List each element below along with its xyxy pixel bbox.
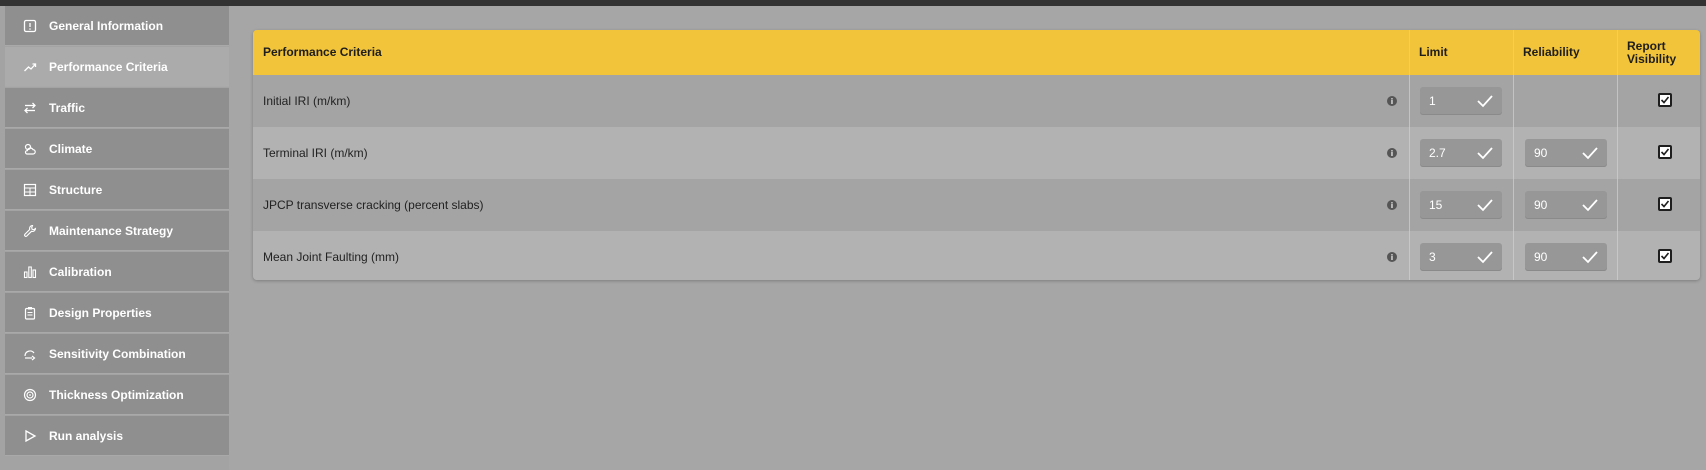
column-header-report-visibility-line2: Visibility (1627, 51, 1677, 66)
check-icon (1477, 147, 1493, 160)
sidebar-item-label: Run analysis (49, 428, 124, 443)
limit-input[interactable]: 3 (1420, 243, 1502, 271)
report-visibility-checkbox[interactable] (1658, 249, 1672, 263)
table-row: Initial IRI (m/km) i 1 (253, 75, 1700, 127)
limit-value: 2.7 (1429, 146, 1446, 160)
sidebar-item-design-properties[interactable]: Design Properties (5, 293, 229, 333)
play-icon (23, 429, 37, 443)
sidebar-item-label: Structure (49, 182, 103, 197)
checkmark-icon (1660, 252, 1670, 260)
check-icon (1477, 95, 1493, 108)
criteria-label: Mean Joint Faulting (mm) (263, 250, 400, 264)
limit-value: 3 (1429, 250, 1436, 264)
limit-input[interactable]: 1 (1420, 87, 1502, 115)
column-divider (1409, 30, 1410, 280)
sidebar-item-thickness-optimization[interactable]: Thickness Optimization (5, 375, 229, 415)
limit-input[interactable]: 2.7 (1420, 139, 1502, 167)
gauge-arrow-icon (23, 347, 37, 361)
report-visibility-checkbox[interactable] (1658, 197, 1672, 211)
performance-criteria-table: Performance Criteria Limit Reliability R… (253, 30, 1700, 280)
sidebar-item-sensitivity-combination[interactable]: Sensitivity Combination (5, 334, 229, 374)
limit-value: 1 (1429, 94, 1436, 108)
info-square-icon (23, 19, 37, 33)
sidebar-item-label: Thickness Optimization (49, 387, 184, 402)
sidebar-item-climate[interactable]: Climate (5, 129, 229, 169)
table-row: Mean Joint Faulting (mm) i 3 90 (253, 231, 1700, 280)
wrench-icon (23, 224, 37, 238)
check-icon (1582, 251, 1598, 264)
reliability-input[interactable]: 90 (1525, 243, 1607, 271)
column-header-report-visibility: Report Visibility (1617, 30, 1700, 75)
criteria-label: Terminal IRI (m/km) (263, 146, 368, 160)
criteria-label: Initial IRI (m/km) (263, 94, 351, 108)
checkmark-icon (1660, 96, 1670, 104)
info-icon[interactable]: i (1387, 148, 1397, 158)
check-icon (1582, 147, 1598, 160)
sidebar-item-performance-criteria[interactable]: Performance Criteria (5, 47, 229, 87)
reliability-input[interactable]: 90 (1525, 191, 1607, 219)
limit-value: 15 (1429, 198, 1443, 212)
sidebar-item-label: Traffic (49, 100, 86, 115)
checkmark-icon (1660, 200, 1670, 208)
sidebar-item-label: Climate (49, 141, 93, 156)
table-header: Performance Criteria Limit Reliability R… (253, 30, 1700, 75)
target-icon (23, 388, 37, 402)
sidebar-item-label: Sensitivity Combination (49, 346, 186, 361)
reliability-value: 90 (1534, 198, 1548, 212)
sidebar-item-run-analysis[interactable]: Run analysis (5, 416, 229, 456)
sidebar: General Information Performance Criteria… (0, 6, 229, 470)
check-icon (1477, 251, 1493, 264)
column-divider (1617, 30, 1618, 280)
layers-grid-icon (23, 183, 37, 197)
sidebar-item-label: Design Properties (49, 305, 152, 320)
sidebar-item-label: General Information (49, 18, 164, 33)
reliability-value: 90 (1534, 250, 1548, 264)
weather-icon (23, 142, 37, 156)
info-icon[interactable]: i (1387, 200, 1397, 210)
report-visibility-checkbox[interactable] (1658, 93, 1672, 107)
bar-chart-icon (23, 265, 37, 279)
info-icon[interactable]: i (1387, 252, 1397, 262)
table-row: JPCP transverse cracking (percent slabs)… (253, 179, 1700, 231)
column-header-criteria: Performance Criteria (263, 45, 382, 59)
reliability-value: 90 (1534, 146, 1548, 160)
top-bar (0, 0, 1706, 6)
swap-arrows-icon (23, 101, 37, 115)
column-header-limit: Limit (1419, 45, 1448, 59)
sidebar-item-general-information[interactable]: General Information (5, 6, 229, 46)
sidebar-item-label: Performance Criteria (49, 59, 168, 74)
column-header-report-visibility-line1: Report (1627, 38, 1666, 53)
table-row: Terminal IRI (m/km) i 2.7 90 (253, 127, 1700, 179)
sidebar-item-label: Maintenance Strategy (49, 223, 174, 238)
sidebar-item-label: Calibration (49, 264, 112, 279)
check-icon (1477, 199, 1493, 212)
sidebar-item-traffic[interactable]: Traffic (5, 88, 229, 128)
checkmark-icon (1660, 148, 1670, 156)
trend-up-icon (23, 60, 37, 74)
column-header-reliability: Reliability (1523, 45, 1580, 59)
sidebar-item-structure[interactable]: Structure (5, 170, 229, 210)
criteria-label: JPCP transverse cracking (percent slabs) (263, 198, 484, 212)
check-icon (1582, 199, 1598, 212)
sidebar-item-maintenance-strategy[interactable]: Maintenance Strategy (5, 211, 229, 251)
report-visibility-checkbox[interactable] (1658, 145, 1672, 159)
clipboard-icon (23, 306, 37, 320)
sidebar-item-calibration[interactable]: Calibration (5, 252, 229, 292)
limit-input[interactable]: 15 (1420, 191, 1502, 219)
info-icon[interactable]: i (1387, 96, 1397, 106)
column-divider (1513, 30, 1514, 280)
reliability-input[interactable]: 90 (1525, 139, 1607, 167)
